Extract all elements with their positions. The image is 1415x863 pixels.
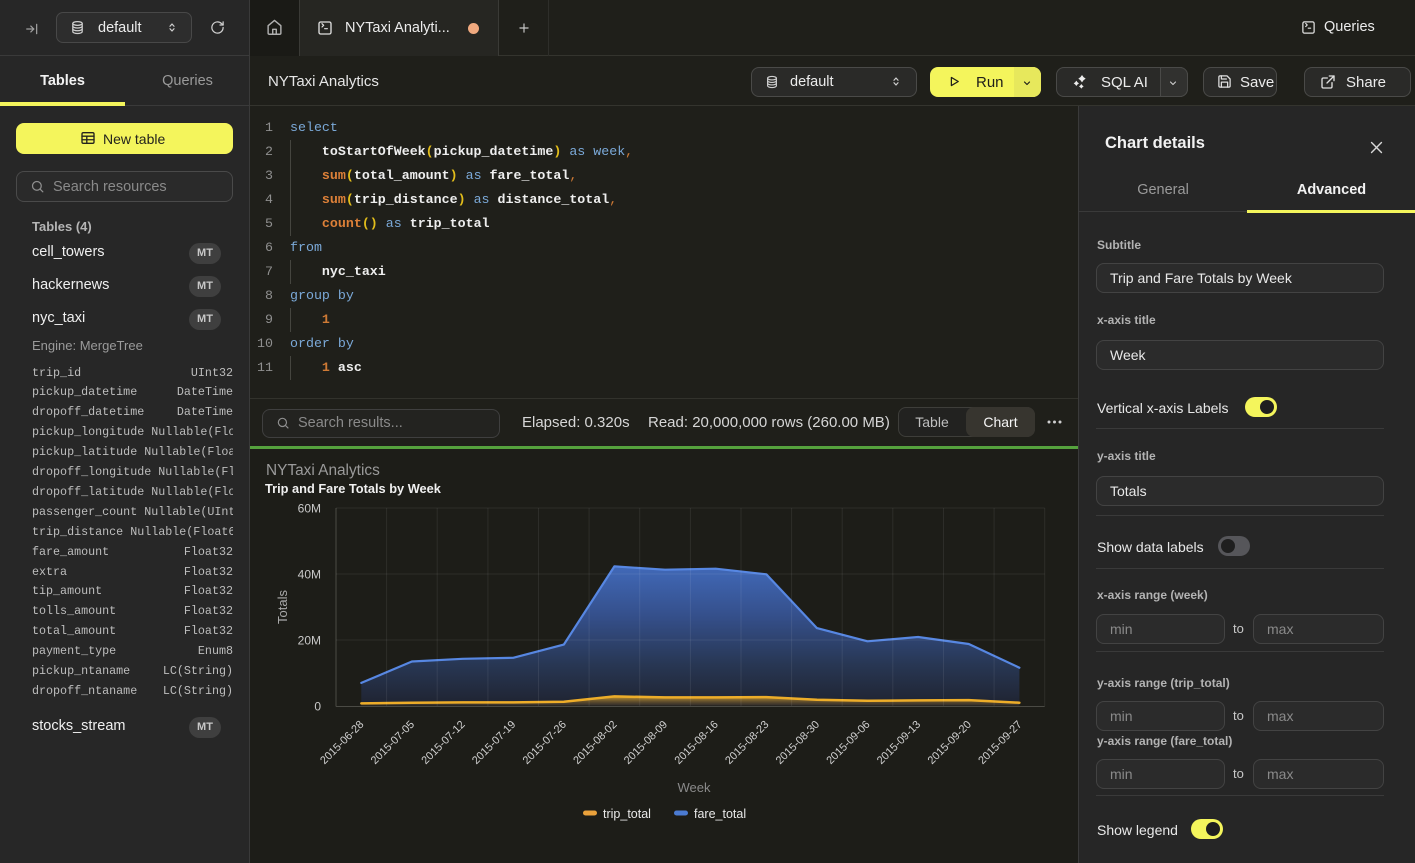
svg-text:40M: 40M <box>298 568 321 582</box>
svg-text:Trip and Fare Totals by Week: Trip and Fare Totals by Week <box>265 481 442 496</box>
svg-text:Week: Week <box>678 780 711 795</box>
svg-text:2015-09-27: 2015-09-27 <box>976 719 1024 767</box>
svg-text:2015-09-06: 2015-09-06 <box>824 719 872 767</box>
svg-text:2015-07-05: 2015-07-05 <box>369 719 417 767</box>
svg-text:NYTaxi Analytics: NYTaxi Analytics <box>266 462 380 479</box>
svg-text:Totals: Totals <box>275 590 290 624</box>
svg-text:0: 0 <box>314 700 321 714</box>
svg-text:2015-07-12: 2015-07-12 <box>419 719 467 767</box>
svg-text:2015-09-20: 2015-09-20 <box>926 719 974 767</box>
svg-text:2015-06-28: 2015-06-28 <box>318 719 366 767</box>
svg-text:20M: 20M <box>298 634 321 648</box>
svg-text:2015-08-30: 2015-08-30 <box>774 719 822 767</box>
svg-text:60M: 60M <box>298 502 321 516</box>
svg-text:2015-08-16: 2015-08-16 <box>673 719 721 767</box>
svg-text:2015-07-26: 2015-07-26 <box>521 719 569 767</box>
svg-text:trip_total: trip_total <box>603 807 651 821</box>
svg-text:2015-09-13: 2015-09-13 <box>875 719 923 767</box>
svg-text:2015-08-09: 2015-08-09 <box>622 719 670 767</box>
svg-text:2015-08-23: 2015-08-23 <box>723 719 771 767</box>
svg-text:2015-07-19: 2015-07-19 <box>470 719 518 767</box>
svg-text:fare_total: fare_total <box>694 807 746 821</box>
svg-text:2015-08-02: 2015-08-02 <box>571 719 619 767</box>
